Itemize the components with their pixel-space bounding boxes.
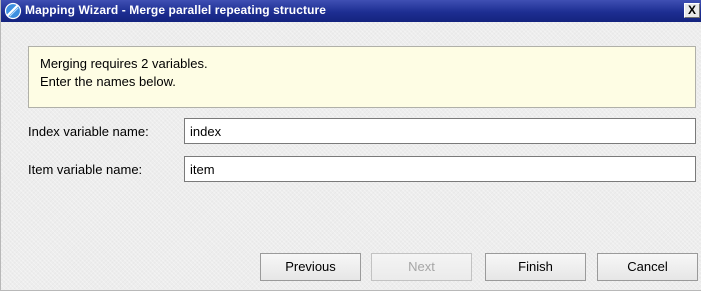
- previous-button[interactable]: Previous: [260, 253, 361, 281]
- index-variable-label: Index variable name:: [28, 124, 149, 139]
- title-bar[interactable]: Mapping Wizard - Merge parallel repeatin…: [1, 0, 701, 22]
- index-variable-input[interactable]: [184, 118, 696, 144]
- finish-button[interactable]: Finish: [485, 253, 586, 281]
- cancel-button[interactable]: Cancel: [597, 253, 698, 281]
- item-variable-input[interactable]: [184, 156, 696, 182]
- next-button: Next: [371, 253, 472, 281]
- info-message-panel: Merging requires 2 variables. Enter the …: [28, 46, 696, 108]
- close-button[interactable]: X: [684, 3, 700, 18]
- message-line-2: Enter the names below.: [40, 74, 176, 89]
- wizard-app-icon: [4, 2, 22, 20]
- mapping-wizard-dialog: Mapping Wizard - Merge parallel repeatin…: [0, 0, 701, 291]
- window-title: Mapping Wizard - Merge parallel repeatin…: [25, 3, 327, 17]
- message-line-1: Merging requires 2 variables.: [40, 56, 208, 71]
- item-variable-label: Item variable name:: [28, 162, 143, 177]
